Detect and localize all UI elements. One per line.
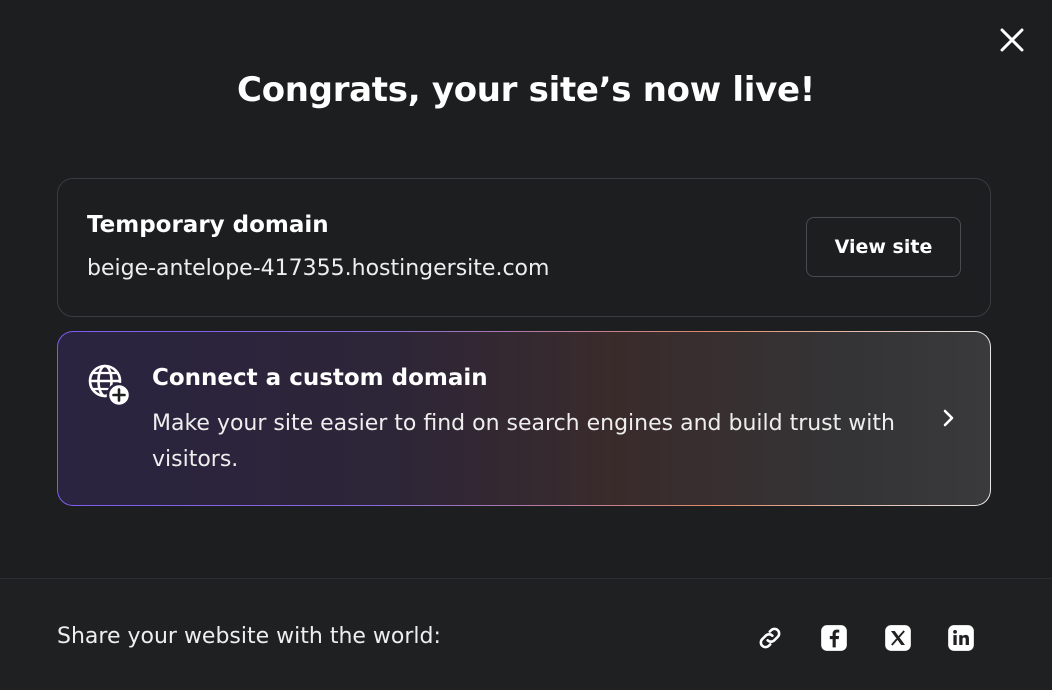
share-linkedin-button[interactable] [946, 623, 976, 653]
share-text: Share your website with the world: [57, 624, 441, 649]
share-x-button[interactable] [883, 623, 913, 653]
share-footer: Share your website with the world: [0, 579, 1052, 690]
x-icon [885, 625, 911, 651]
connect-custom-domain-card-inner: Connect a custom domain Make your site e… [58, 332, 990, 505]
linkedin-icon [948, 625, 974, 651]
temporary-domain-value: beige-antelope-417355.hostingersite.com [87, 256, 550, 281]
close-icon [1000, 28, 1024, 52]
custom-domain-description: Make your site easier to find on search … [152, 411, 895, 472]
connect-custom-domain-card[interactable]: Connect a custom domain Make your site e… [57, 331, 991, 506]
temporary-domain-card: Temporary domain beige-antelope-417355.h… [57, 178, 991, 317]
close-button[interactable] [996, 24, 1028, 56]
view-site-button[interactable]: View site [806, 217, 961, 277]
site-live-modal: Congrats, your site’s now live! Temporar… [0, 0, 1052, 690]
share-facebook-button[interactable] [819, 623, 849, 653]
globe-plus-icon [88, 364, 132, 408]
temporary-domain-label: Temporary domain [87, 212, 329, 238]
facebook-icon [821, 625, 847, 651]
link-icon [759, 627, 781, 649]
chevron-right-icon [943, 409, 954, 427]
copy-link-button[interactable] [755, 623, 785, 653]
page-title: Congrats, your site’s now live! [237, 70, 815, 110]
custom-domain-title: Connect a custom domain [152, 365, 488, 391]
